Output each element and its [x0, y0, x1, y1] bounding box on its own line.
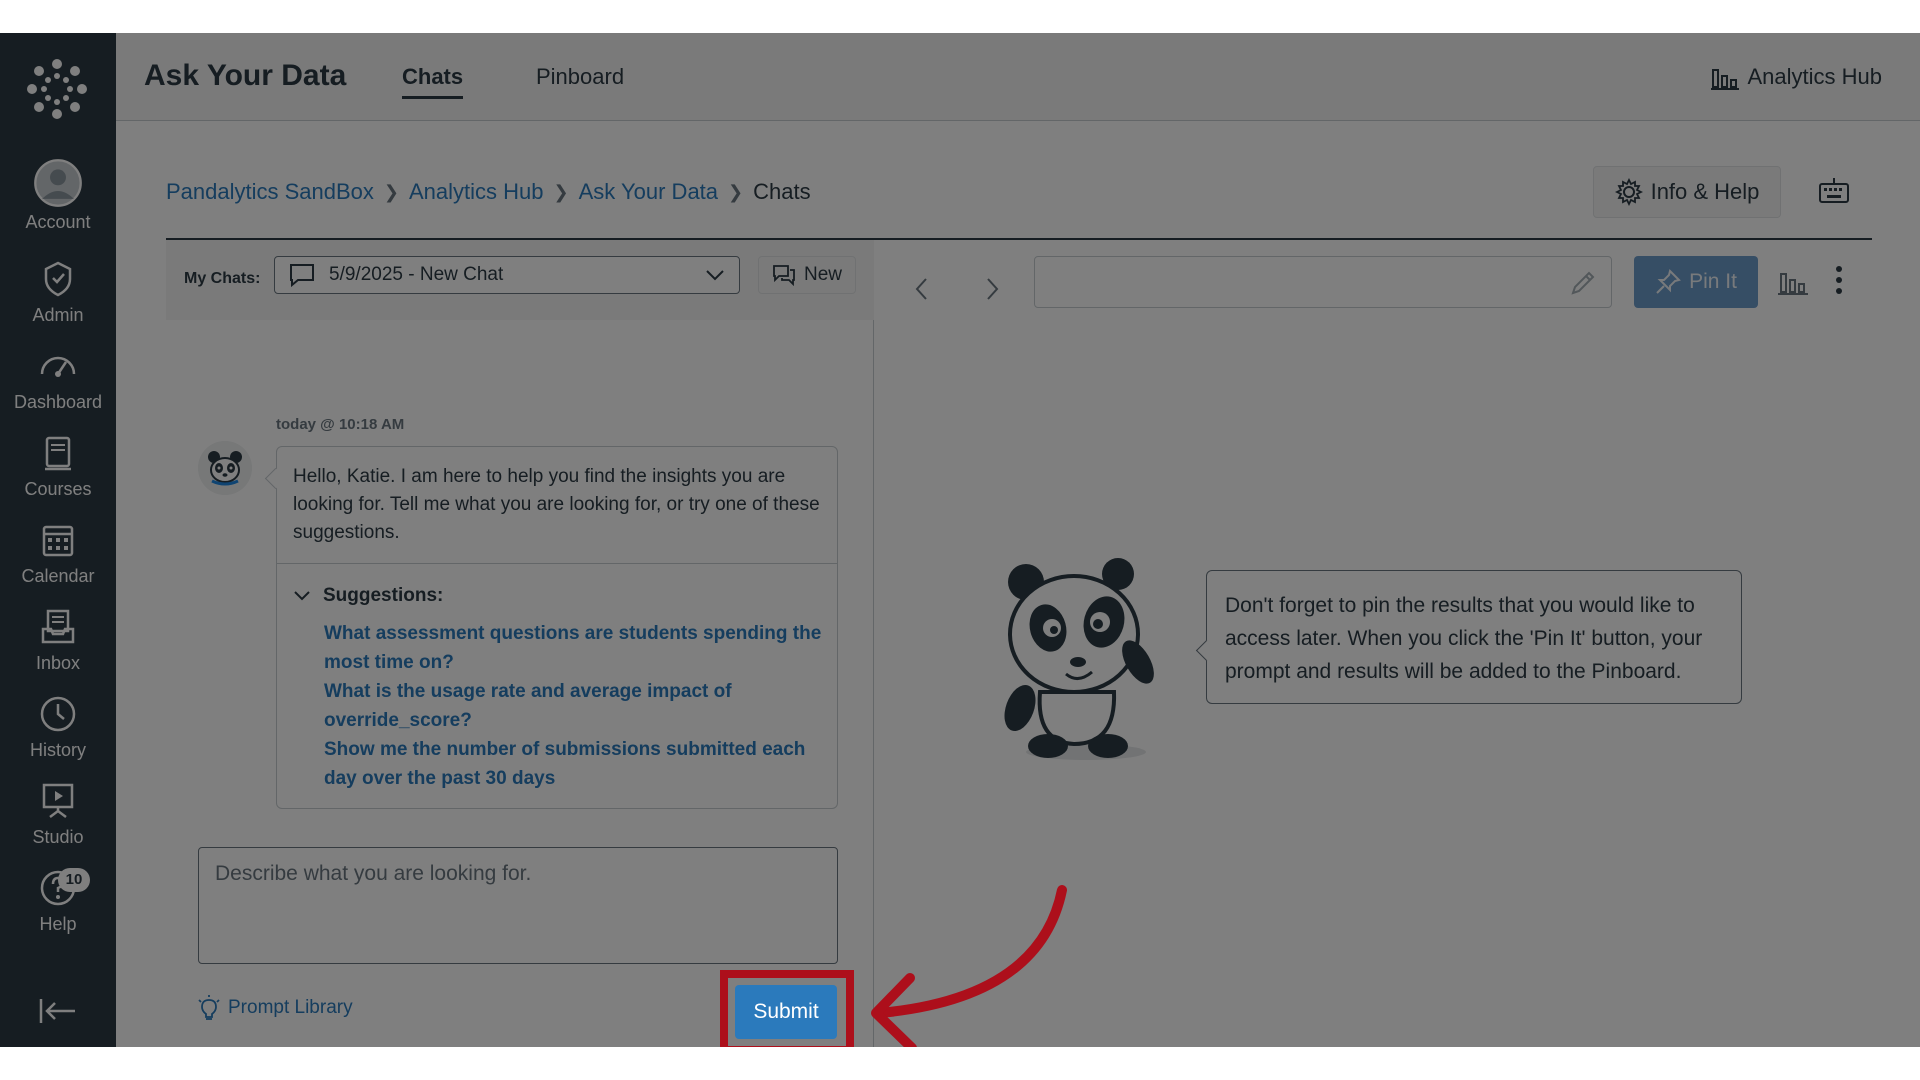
gear-icon	[1614, 178, 1643, 206]
prompt-input[interactable]: Describe what you are looking for.	[198, 847, 838, 964]
chevron-right-icon: ❯	[553, 181, 569, 202]
more-options-icon[interactable]	[1834, 264, 1844, 296]
nav-courses[interactable]: Courses	[0, 431, 116, 515]
chevron-down-icon	[294, 591, 310, 601]
panda-mascot-icon	[1004, 558, 1154, 760]
info-help-button[interactable]: Info & Help	[1593, 166, 1781, 218]
nav-label: Admin	[32, 305, 84, 325]
tab-chats[interactable]: Chats	[402, 64, 464, 99]
canvas-logo-icon[interactable]	[26, 58, 88, 120]
pin-icon	[1656, 269, 1682, 294]
nav-label: Help	[39, 914, 77, 934]
panda-avatar-icon	[198, 441, 252, 495]
suggestions-list: What assessment questions are students s…	[324, 619, 824, 793]
prompt-library-label: Prompt Library	[228, 997, 353, 1018]
selected-chat: 5/9/2025 - New Chat	[329, 264, 504, 285]
collapse-nav-icon[interactable]	[38, 996, 78, 1026]
chevron-right-icon: ❯	[728, 181, 744, 202]
prompt-placeholder: Describe what you are looking for.	[215, 862, 532, 885]
help-badge: 10	[58, 868, 90, 892]
chevron-down-icon	[706, 270, 724, 281]
breadcrumb-link[interactable]: Ask Your Data	[579, 179, 718, 205]
suggestion-link[interactable]: What assessment questions are students s…	[324, 619, 824, 677]
chat-bubble-icon	[290, 264, 314, 287]
speedometer-icon	[40, 356, 76, 377]
bar-chart-icon[interactable]	[1778, 268, 1808, 296]
annotation-arrow-icon	[871, 885, 1067, 1047]
chat-toolbar: My Chats: 5/9/2025 - New Chat New	[166, 240, 874, 320]
shield-icon	[44, 261, 72, 297]
pin-it-button[interactable]: Pin It	[1634, 256, 1758, 308]
pin-tip-text: Don't forget to pin the results that you…	[1225, 594, 1703, 683]
global-nav: Account Admin Dashboard Courses Calendar…	[0, 33, 116, 1047]
suggestion-link[interactable]: Show me the number of submissions submit…	[324, 735, 824, 793]
submit-label: Submit	[753, 1000, 819, 1023]
new-chat-label: New	[803, 264, 842, 285]
info-help-label: Info & Help	[1650, 179, 1760, 204]
suggestion-link[interactable]: What is the usage rate and average impac…	[324, 677, 824, 735]
breadcrumb-link[interactable]: Pandalytics SandBox	[166, 179, 374, 205]
nav-label: Studio	[32, 827, 84, 847]
nav-label: Courses	[24, 479, 92, 499]
avatar-icon	[34, 159, 82, 207]
new-chat-icon	[773, 265, 795, 286]
breadcrumb: Pandalytics SandBox ❯ Analytics Hub ❯ As…	[166, 179, 811, 205]
chevron-right-icon[interactable]	[980, 274, 1004, 304]
app-header: Ask Your Data Chats Pinboard Analytics H…	[116, 33, 1920, 121]
nav-account[interactable]: Account	[0, 158, 116, 242]
calendar-icon	[42, 525, 74, 557]
nav-help[interactable]: 10 Help	[0, 866, 116, 950]
pin-tip-bubble: Don't forget to pin the results that you…	[1206, 570, 1742, 704]
assistant-message: Hello, Katie. I am here to help you find…	[276, 446, 838, 809]
chevron-left-icon[interactable]	[910, 274, 934, 304]
nav-dashboard[interactable]: Dashboard	[0, 344, 116, 428]
prompt-library-link[interactable]: Prompt Library	[198, 995, 353, 1021]
nav-label: Calendar	[21, 566, 95, 586]
pin-it-label: Pin It	[1689, 270, 1737, 293]
app-frame: Account Admin Dashboard Courses Calendar…	[0, 33, 1920, 1047]
nav-history[interactable]: History	[0, 692, 116, 776]
chevron-right-icon: ❯	[383, 181, 399, 202]
bar-chart-icon	[1711, 69, 1740, 90]
submit-button[interactable]: Submit	[735, 985, 837, 1039]
nav-admin[interactable]: Admin	[0, 257, 116, 341]
app-title: Ask Your Data	[144, 59, 347, 92]
nav-label: Inbox	[35, 653, 81, 673]
message-timestamp: today @ 10:18 AM	[276, 416, 405, 433]
pencil-icon	[1571, 271, 1595, 295]
nav-calendar[interactable]: Calendar	[0, 518, 116, 602]
clock-icon	[40, 696, 76, 732]
analytics-hub-label: Analytics Hub	[1747, 64, 1882, 89]
breadcrumb-current: Chats	[753, 179, 811, 204]
nav-inbox[interactable]: Inbox	[0, 605, 116, 689]
suggestions-label: Suggestions:	[323, 585, 444, 606]
studio-icon	[42, 783, 74, 818]
message-divider	[277, 563, 837, 564]
chat-panel: My Chats: 5/9/2025 - New Chat New today …	[166, 240, 874, 1047]
breadcrumb-link[interactable]: Analytics Hub	[409, 179, 544, 205]
nav-label: Account	[25, 212, 91, 232]
result-title-input[interactable]	[1034, 256, 1612, 308]
suggestions-toggle[interactable]: Suggestions:	[293, 585, 443, 607]
nav-studio[interactable]: Studio	[0, 779, 116, 863]
my-chats-label: My Chats:	[184, 270, 261, 287]
nav-label: History	[29, 740, 86, 760]
keyboard-icon[interactable]	[1818, 175, 1850, 207]
book-icon	[45, 436, 71, 471]
nav-label: Dashboard	[13, 392, 103, 412]
tab-pinboard[interactable]: Pinboard	[536, 64, 624, 90]
chat-select[interactable]: 5/9/2025 - New Chat	[274, 256, 740, 294]
new-chat-button[interactable]: New	[758, 256, 856, 294]
inbox-icon	[41, 609, 75, 644]
greeting-text: Hello, Katie. I am here to help you find…	[293, 466, 820, 543]
analytics-hub-link[interactable]: Analytics Hub	[1711, 64, 1882, 90]
lightbulb-icon	[198, 995, 220, 1020]
